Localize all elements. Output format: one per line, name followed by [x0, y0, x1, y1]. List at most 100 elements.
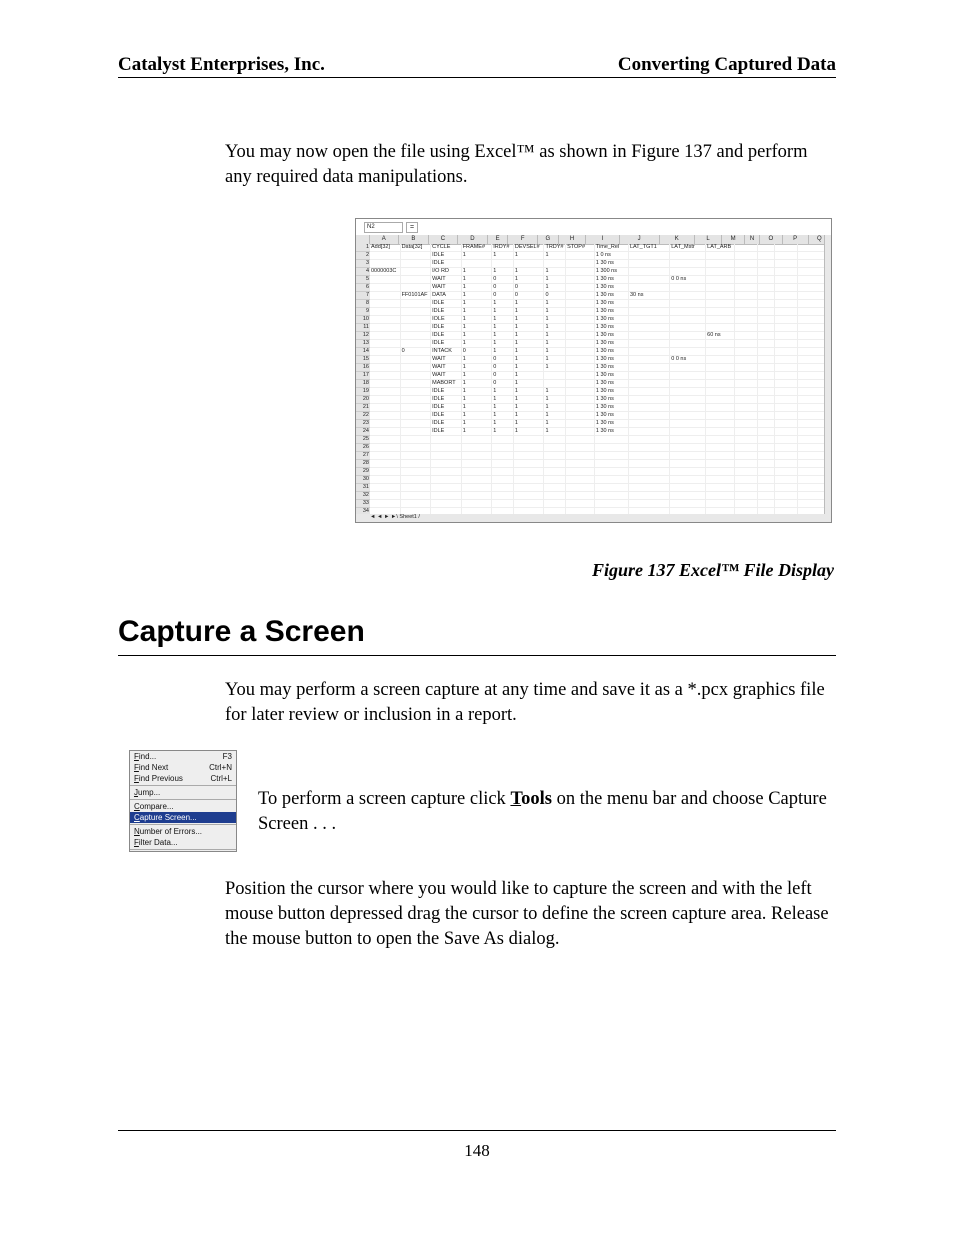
excel-cell	[775, 396, 798, 403]
excel-cell	[798, 372, 825, 379]
capture-p2-pre: To perform a screen capture click	[258, 789, 510, 809]
excel-cell	[775, 436, 798, 443]
excel-cell: WAIT	[431, 284, 462, 291]
excel-cell: 1	[462, 324, 493, 331]
excel-sheet-tab: ◄ ◄ ► ►\ Sheet1 /	[356, 514, 832, 522]
excel-cell	[566, 292, 595, 299]
excel-cell	[798, 452, 825, 459]
excel-cell	[566, 388, 595, 395]
excel-cell: 1	[462, 428, 493, 435]
excel-scrollbar	[824, 235, 831, 514]
excel-cell	[670, 388, 706, 395]
excel-cell	[798, 476, 825, 483]
excel-cell: 1	[514, 372, 545, 379]
excel-cell	[706, 356, 735, 363]
excel-cell: 1	[462, 292, 493, 299]
excel-cell	[735, 468, 758, 475]
excel-cell	[670, 484, 706, 491]
excel-cell	[462, 492, 493, 499]
excel-cell	[758, 500, 774, 507]
menu-item[interactable]: Compare...	[130, 801, 236, 812]
menu-item[interactable]: Find...F3	[130, 751, 236, 762]
excel-cell	[629, 476, 670, 483]
excel-cell	[758, 276, 774, 283]
excel-cell	[706, 420, 735, 427]
section-heading: Capture a Screen	[118, 612, 365, 653]
excel-cell	[401, 372, 432, 379]
excel-cell: 1	[492, 340, 514, 347]
excel-cell	[735, 308, 758, 315]
menu-item-label: Find Next	[134, 762, 168, 773]
menu-item[interactable]: Jump...	[130, 787, 236, 798]
excel-cell	[735, 356, 758, 363]
excel-cell	[431, 460, 462, 467]
excel-cell: 1	[462, 364, 493, 371]
excel-cell	[706, 292, 735, 299]
excel-row-num: 3	[356, 260, 370, 268]
excel-cell	[566, 428, 595, 435]
table-row	[370, 476, 825, 484]
excel-cell: 0	[514, 292, 545, 299]
excel-cell: 1 30 ns	[595, 412, 629, 419]
excel-cell	[514, 484, 545, 491]
excel-cell: 1	[462, 356, 493, 363]
excel-cell: MABORT	[431, 380, 462, 387]
excel-cell	[706, 500, 735, 507]
excel-cell	[798, 276, 825, 283]
excel-cell	[706, 260, 735, 267]
excel-cell	[566, 412, 595, 419]
excel-cell	[758, 428, 774, 435]
excel-cell	[735, 244, 758, 251]
excel-cell	[758, 348, 774, 355]
excel-row-num: 28	[356, 460, 370, 468]
excel-cell	[670, 300, 706, 307]
excel-cell: 60 ns	[706, 332, 735, 339]
excel-cell	[401, 276, 432, 283]
excel-cell: IDLE	[431, 332, 462, 339]
excel-cell: 1	[514, 380, 545, 387]
excel-cell: 1	[544, 324, 566, 331]
excel-cell	[758, 316, 774, 323]
excel-cell: 1	[544, 340, 566, 347]
excel-cell	[798, 460, 825, 467]
excel-cell	[735, 340, 758, 347]
excel-cell	[670, 476, 706, 483]
capture-paragraph-2: To perform a screen capture click Tools …	[258, 787, 834, 837]
menu-item[interactable]: Find NextCtrl+N	[130, 762, 236, 773]
menu-item-label: Number of Errors...	[134, 826, 202, 837]
excel-cell	[514, 260, 545, 267]
excel-cell	[370, 324, 401, 331]
excel-row-num: 27	[356, 452, 370, 460]
excel-cell: TRDY#	[544, 244, 566, 251]
excel-cell: 1	[492, 300, 514, 307]
excel-cell	[735, 292, 758, 299]
excel-cell	[775, 412, 798, 419]
excel-cell	[401, 420, 432, 427]
menu-item[interactable]: Filter Data...	[130, 837, 236, 848]
menu-item[interactable]: Number of Errors...	[130, 826, 236, 837]
excel-cell: WAIT	[431, 356, 462, 363]
excel-cell	[670, 308, 706, 315]
menu-item[interactable]: Find PreviousCtrl+L	[130, 773, 236, 784]
excel-cell	[758, 324, 774, 331]
menu-item[interactable]: System Memory Allocation	[130, 851, 236, 852]
excel-cell: 1	[544, 412, 566, 419]
excel-cell	[758, 412, 774, 419]
excel-cell: 1 30 ns	[595, 388, 629, 395]
table-row: IDLE11111 30 ns	[370, 324, 825, 332]
excel-cell	[798, 380, 825, 387]
excel-cell	[629, 268, 670, 275]
excel-cell: 1	[514, 412, 545, 419]
excel-cell: 1	[492, 348, 514, 355]
excel-cell: I/O RD	[431, 268, 462, 275]
excel-cell	[401, 356, 432, 363]
excel-cell: 1 30 ns	[595, 420, 629, 427]
excel-row-num: 33	[356, 500, 370, 508]
excel-cell	[735, 420, 758, 427]
excel-cell	[544, 460, 566, 467]
tools-word-underline: T	[510, 789, 521, 809]
excel-cell: WAIT	[431, 372, 462, 379]
excel-cell	[775, 404, 798, 411]
excel-cell	[566, 356, 595, 363]
menu-item[interactable]: Capture Screen...	[130, 812, 236, 823]
